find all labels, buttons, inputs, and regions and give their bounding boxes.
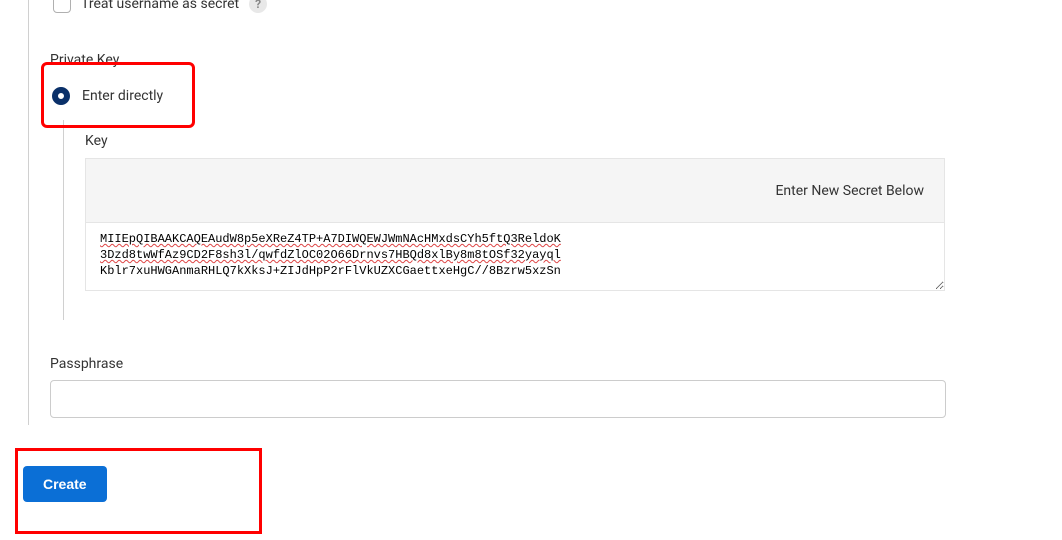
- treat-username-secret-label: Treat username as secret: [81, 0, 239, 12]
- help-icon[interactable]: ?: [249, 0, 267, 13]
- enter-new-secret-text: Enter New Secret Below: [775, 183, 924, 199]
- enter-directly-label: Enter directly: [82, 88, 163, 104]
- tree-connector-outer: [28, 0, 29, 425]
- tree-connector-inner: [63, 120, 64, 320]
- key-field-label: Key: [85, 133, 108, 149]
- private-key-section-label: Private Key: [50, 52, 119, 68]
- enter-new-secret-banner: Enter New Secret Below: [85, 158, 945, 223]
- passphrase-label: Passphrase: [50, 356, 123, 372]
- private-key-textarea[interactable]: MIIEpQIBAAKCAQEAudW8p5eXReZ4TP+A7DIWQEWJ…: [85, 223, 945, 291]
- enter-directly-radio[interactable]: [52, 87, 70, 105]
- passphrase-input[interactable]: [50, 380, 946, 418]
- create-button[interactable]: Create: [23, 466, 107, 502]
- treat-username-secret-row: Treat username as secret ?: [53, 0, 267, 13]
- treat-username-secret-checkbox[interactable]: [53, 0, 71, 13]
- enter-directly-radio-row[interactable]: Enter directly: [52, 87, 163, 105]
